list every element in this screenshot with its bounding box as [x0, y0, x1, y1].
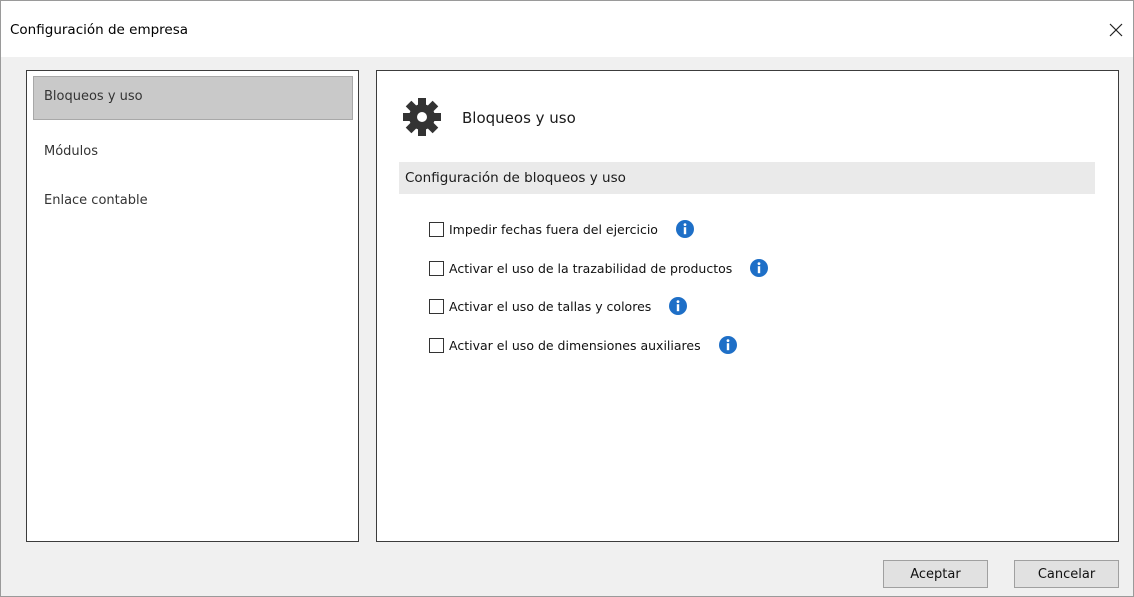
option-trazabilidad: Activar el uso de la trazabilidad de pro… [429, 258, 769, 278]
sidebar-item-label: Enlace contable [44, 193, 148, 208]
sidebar-panel: Bloqueos y uso Módulos Enlace contable [26, 70, 359, 542]
option-tallas-colores: Activar el uso de tallas y colores [429, 296, 688, 316]
sidebar-item-enlace-contable[interactable]: Enlace contable [33, 179, 353, 223]
sidebar-item-label: Módulos [44, 144, 98, 159]
page-title: Bloqueos y uso [462, 109, 576, 127]
accept-button[interactable]: Aceptar [883, 560, 988, 588]
option-dimensiones-auxiliares: Activar el uso de dimensiones auxiliares [429, 335, 737, 355]
info-icon[interactable] [750, 259, 769, 277]
title-bar: Configuración de empresa [1, 1, 1133, 57]
option-label: Impedir fechas fuera del ejercicio [449, 221, 658, 237]
option-label: Activar el uso de tallas y colores [449, 298, 652, 314]
option-label: Activar el uso de la trazabilidad de pro… [449, 260, 733, 276]
dimensiones-auxiliares-checkbox[interactable] [429, 337, 444, 353]
close-icon [1109, 23, 1123, 37]
option-label: Activar el uso de dimensiones auxiliares [449, 337, 701, 353]
info-icon[interactable] [718, 336, 737, 354]
impedir-fechas-checkbox[interactable] [429, 221, 444, 237]
sidebar-item-bloqueos-y-uso[interactable]: Bloqueos y uso [33, 76, 353, 120]
info-icon[interactable] [669, 297, 688, 315]
trazabilidad-checkbox[interactable] [429, 260, 444, 276]
tallas-colores-checkbox[interactable] [429, 298, 444, 314]
close-button[interactable] [1099, 13, 1133, 47]
gear-icon [403, 98, 441, 136]
info-icon[interactable] [675, 220, 694, 238]
content-panel: Bloqueos y uso Configuración de bloqueos… [376, 70, 1119, 542]
sidebar-item-label: Bloqueos y uso [44, 89, 143, 104]
window-title: Configuración de empresa [10, 22, 189, 38]
dialog-window: Configuración de empresa Bloqueos y uso … [0, 0, 1134, 597]
section-header: Configuración de bloqueos y uso [399, 162, 1095, 194]
option-impedir-fechas: Impedir fechas fuera del ejercicio [429, 219, 694, 239]
cancel-button[interactable]: Cancelar [1014, 560, 1119, 588]
sidebar-item-modulos[interactable]: Módulos [33, 130, 353, 174]
